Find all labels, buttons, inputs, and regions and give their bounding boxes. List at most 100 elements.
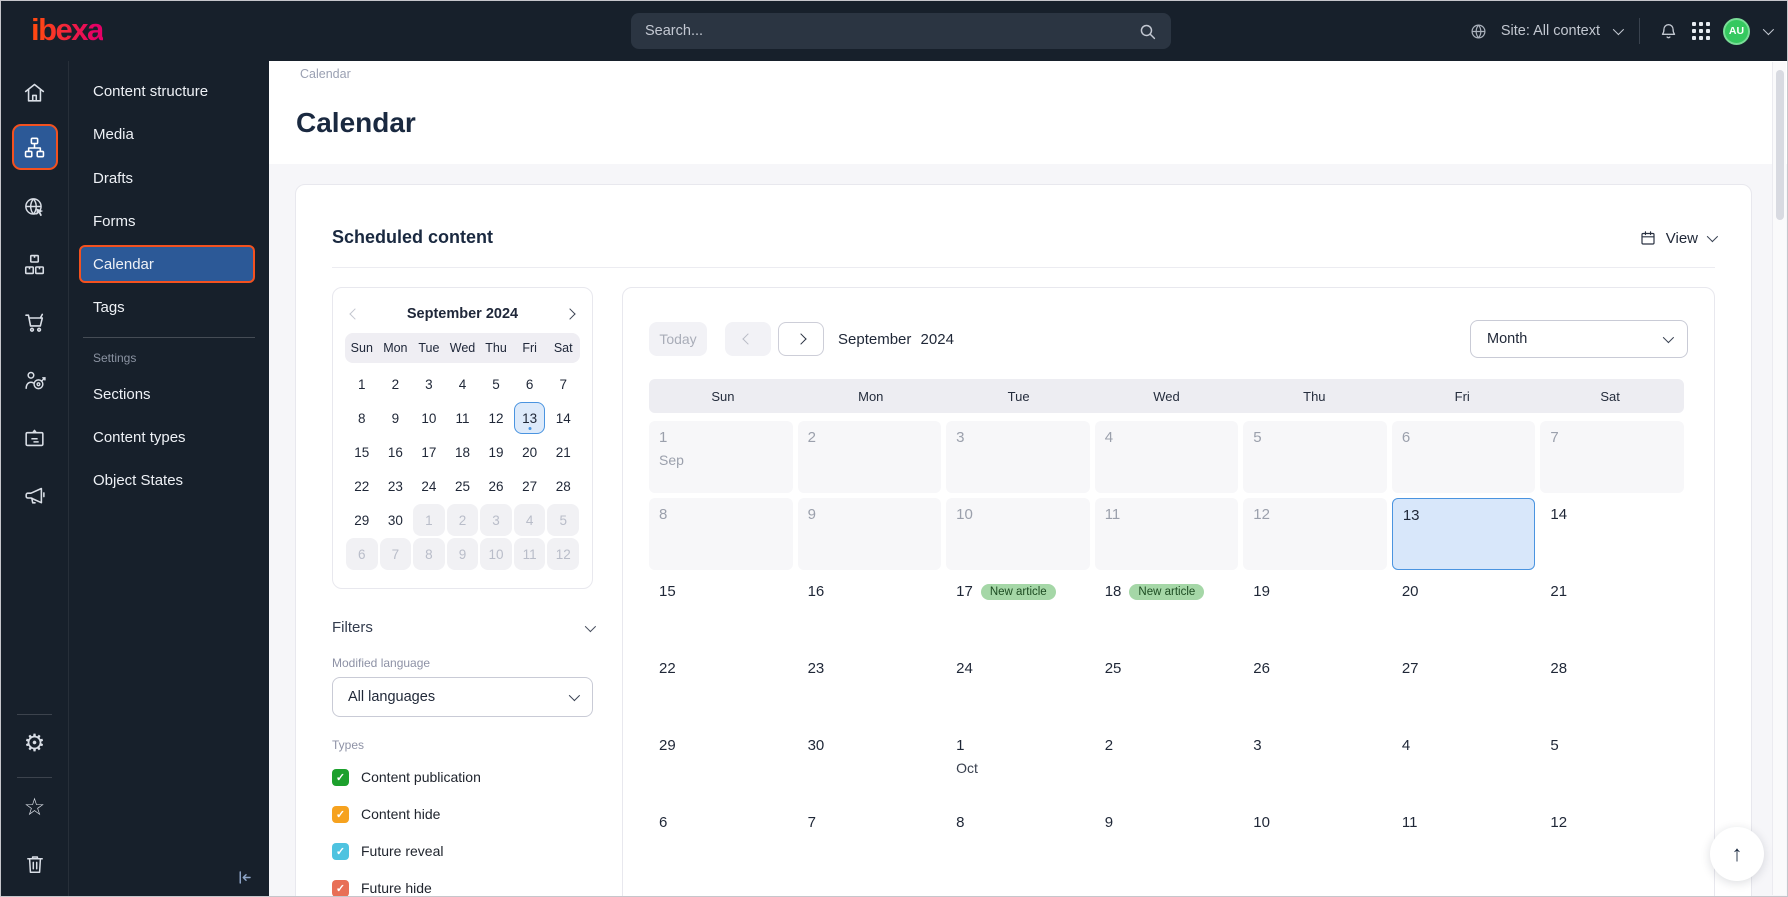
- personalization-target-icon[interactable]: [14, 359, 56, 401]
- mini-day-cell[interactable]: 3: [413, 368, 445, 400]
- mini-day-cell[interactable]: 19: [480, 436, 512, 468]
- checkbox-checked-icon[interactable]: [332, 805, 349, 823]
- day-cell[interactable]: 2: [797, 421, 942, 493]
- sidebar-item[interactable]: Content types: [79, 418, 255, 456]
- sidebar-item[interactable]: Sections: [79, 375, 255, 413]
- settings-gear-icon[interactable]: ⚙: [14, 723, 56, 765]
- mini-day-cell[interactable]: 12: [547, 538, 579, 570]
- mini-next-month-icon[interactable]: [564, 308, 576, 320]
- home-icon[interactable]: [14, 71, 56, 113]
- checkbox-checked-icon[interactable]: [332, 879, 349, 896]
- sidebar-item[interactable]: Drafts: [79, 159, 255, 197]
- commerce-cart-icon[interactable]: [14, 301, 56, 343]
- mini-day-cell[interactable]: 5: [480, 368, 512, 400]
- mini-day-cell[interactable]: 2: [446, 504, 479, 536]
- mini-day-cell[interactable]: 27: [514, 470, 546, 502]
- search-input[interactable]: [645, 23, 1138, 39]
- day-cell[interactable]: 19: [1243, 575, 1387, 647]
- day-cell[interactable]: 4: [1094, 421, 1239, 493]
- next-month-button[interactable]: [778, 322, 824, 356]
- content-structure-icon[interactable]: [11, 124, 58, 170]
- mini-day-cell[interactable]: 9: [446, 538, 479, 570]
- app-switcher-grid-icon[interactable]: [1692, 22, 1710, 40]
- day-cell[interactable]: 9: [1095, 806, 1239, 878]
- site-context-selector[interactable]: Site: All context: [1501, 23, 1600, 39]
- mini-day-cell[interactable]: 6: [514, 368, 546, 400]
- mini-day-cell[interactable]: 1: [413, 504, 445, 536]
- day-cell[interactable]: 24: [946, 652, 1090, 724]
- mini-day-cell[interactable]: 28: [547, 470, 579, 502]
- mini-day-cell[interactable]: 4: [447, 368, 479, 400]
- mini-day-cell[interactable]: 12: [480, 402, 512, 434]
- checkbox-checked-icon[interactable]: [332, 768, 349, 786]
- search-icon[interactable]: [1138, 22, 1157, 41]
- mini-day-cell[interactable]: 7: [379, 538, 412, 570]
- day-cell[interactable]: 5: [1540, 729, 1684, 801]
- day-cell[interactable]: 18 New article: [1095, 575, 1239, 647]
- day-cell[interactable]: 12: [1540, 806, 1684, 878]
- mini-day-cell[interactable]: 16: [380, 436, 412, 468]
- bookmarks-star-icon[interactable]: ☆: [14, 787, 56, 829]
- sidebar-item[interactable]: Tags: [79, 288, 255, 326]
- mini-day-cell[interactable]: 9: [380, 402, 412, 434]
- mini-day-cell[interactable]: 7: [547, 368, 579, 400]
- day-cell[interactable]: 27: [1392, 652, 1536, 724]
- scroll-to-top-button[interactable]: ↑: [1710, 827, 1764, 881]
- today-button[interactable]: Today: [649, 322, 707, 356]
- language-select[interactable]: All languages: [332, 677, 593, 717]
- event-badge[interactable]: New article: [1129, 583, 1205, 600]
- mini-day-cell[interactable]: 13: [513, 402, 546, 434]
- mini-day-cell[interactable]: 8: [413, 538, 445, 570]
- site-icon[interactable]: [14, 186, 56, 228]
- mini-day-cell[interactable]: 5: [547, 504, 579, 536]
- day-cell[interactable]: 22: [649, 652, 793, 724]
- day-cell[interactable]: 23: [798, 652, 942, 724]
- mini-day-cell[interactable]: 10: [480, 538, 512, 570]
- user-menu-chevron-icon[interactable]: [1762, 23, 1775, 36]
- marketing-megaphone-icon[interactable]: [14, 474, 56, 516]
- mini-day-cell[interactable]: 15: [346, 436, 378, 468]
- view-dropdown[interactable]: View: [1639, 229, 1719, 247]
- day-cell[interactable]: 25: [1095, 652, 1239, 724]
- mini-day-cell[interactable]: 22: [346, 470, 378, 502]
- day-cell[interactable]: 15: [649, 575, 793, 647]
- ibexa-logo[interactable]: ibexa: [31, 12, 104, 48]
- mini-day-cell[interactable]: 1: [346, 368, 378, 400]
- day-cell[interactable]: 5: [1243, 421, 1387, 493]
- mini-day-cell[interactable]: 18: [447, 436, 479, 468]
- day-cell[interactable]: 28: [1540, 652, 1684, 724]
- day-cell[interactable]: 20: [1392, 575, 1536, 647]
- sidebar-item[interactable]: Forms: [79, 202, 255, 240]
- day-cell[interactable]: 8: [946, 806, 1090, 878]
- day-cell[interactable]: 4: [1392, 729, 1536, 801]
- view-mode-select[interactable]: Month: [1470, 320, 1688, 358]
- event-badge[interactable]: New article: [980, 583, 1056, 600]
- mini-day-cell[interactable]: 11: [447, 402, 479, 434]
- day-cell[interactable]: 11: [1392, 806, 1536, 878]
- mini-day-cell[interactable]: 11: [513, 538, 546, 570]
- day-cell[interactable]: 2: [1095, 729, 1239, 801]
- mini-day-cell[interactable]: 2: [380, 368, 412, 400]
- mini-day-cell[interactable]: 17: [413, 436, 445, 468]
- mini-day-cell[interactable]: 21: [547, 436, 579, 468]
- product-catalog-icon[interactable]: [14, 243, 56, 285]
- sidebar-item[interactable]: Calendar: [79, 245, 255, 283]
- mini-day-cell[interactable]: 23: [380, 470, 412, 502]
- mini-day-cell[interactable]: 3: [480, 504, 512, 536]
- day-cell[interactable]: 10: [946, 498, 1090, 570]
- day-cell[interactable]: 3: [946, 421, 1090, 493]
- mini-day-cell[interactable]: 4: [513, 504, 546, 536]
- day-cell[interactable]: 29: [649, 729, 793, 801]
- day-cell[interactable]: 30: [798, 729, 942, 801]
- day-cell[interactable]: 21: [1540, 575, 1684, 647]
- day-cell[interactable]: 1 Sep: [649, 421, 793, 493]
- mini-day-cell[interactable]: 24: [413, 470, 445, 502]
- mini-day-cell[interactable]: 25: [447, 470, 479, 502]
- vertical-scrollbar[interactable]: [1772, 62, 1786, 895]
- day-cell[interactable]: 14: [1540, 498, 1684, 570]
- day-cell[interactable]: 6: [649, 806, 793, 878]
- day-cell[interactable]: 3: [1243, 729, 1387, 801]
- day-cell[interactable]: 11: [1094, 498, 1239, 570]
- mini-day-cell[interactable]: 20: [514, 436, 546, 468]
- user-avatar[interactable]: AU: [1723, 17, 1750, 45]
